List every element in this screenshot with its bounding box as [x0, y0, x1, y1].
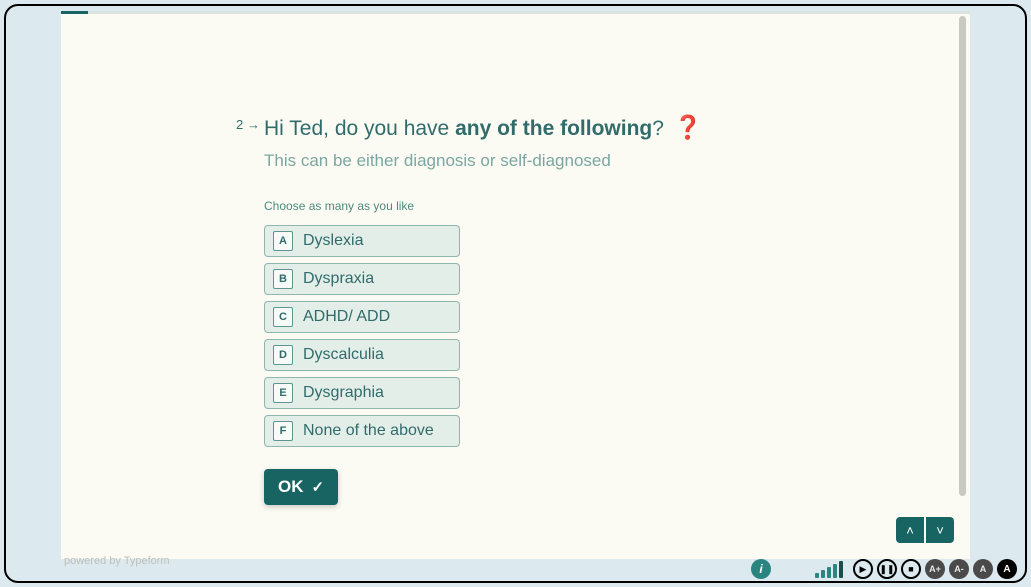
a-contrast-button[interactable]: A	[997, 559, 1017, 579]
option-key: A	[273, 231, 293, 251]
scrollbar-thumb[interactable]	[959, 16, 966, 496]
chevron-down-icon: ˅	[936, 523, 944, 538]
a-settings-button[interactable]: A	[973, 559, 993, 579]
stop-icon: ■	[908, 564, 913, 574]
option-label: None of the above	[303, 422, 434, 440]
pause-button[interactable]: ❚❚	[877, 559, 897, 579]
brand-icon[interactable]: i	[751, 559, 771, 579]
question-number: 2	[236, 117, 243, 132]
powered-by[interactable]: powered by Typeform	[64, 555, 170, 567]
pause-icon: ❚❚	[879, 564, 894, 575]
option-key: B	[273, 269, 293, 289]
form-panel: 2 → Hi Ted, do you have any of the follo…	[61, 11, 970, 559]
question-title: Hi Ted, do you have any of the following…	[264, 111, 910, 143]
option-a[interactable]: A Dyslexia	[264, 225, 460, 257]
check-icon: ✓	[312, 478, 325, 496]
stop-button[interactable]: ■	[901, 559, 921, 579]
option-label: ADHD/ ADD	[303, 308, 390, 326]
a-plus-button[interactable]: A+	[925, 559, 945, 579]
option-d[interactable]: D Dyscalculia	[264, 339, 460, 371]
question-block: 2 → Hi Ted, do you have any of the follo…	[264, 111, 910, 505]
a-icon: A	[1003, 564, 1010, 575]
ok-button[interactable]: OK ✓	[264, 469, 338, 505]
chevron-up-icon: ˄	[906, 523, 914, 538]
signal-icon	[815, 561, 843, 578]
a-plus-icon: A+	[929, 564, 941, 574]
next-question-button[interactable]: ˅	[926, 517, 954, 543]
option-f[interactable]: F None of the above	[264, 415, 460, 447]
progress-fill	[61, 11, 88, 14]
play-button[interactable]: ▶	[853, 559, 873, 579]
progress-bar	[61, 11, 970, 14]
option-label: Dyspraxia	[303, 270, 374, 288]
a-minus-button[interactable]: A-	[949, 559, 969, 579]
option-b[interactable]: B Dyspraxia	[264, 263, 460, 295]
option-e[interactable]: E Dysgraphia	[264, 377, 460, 409]
prev-question-button[interactable]: ˄	[896, 517, 924, 543]
a-minus-icon: A-	[954, 564, 964, 574]
title-suffix: ?	[652, 117, 664, 140]
option-label: Dysgraphia	[303, 384, 384, 402]
option-key: C	[273, 307, 293, 327]
options-list: A Dyslexia B Dyspraxia C ADHD/ ADD D Dys…	[264, 225, 910, 447]
a-icon: A	[980, 564, 987, 574]
option-key: D	[273, 345, 293, 365]
option-label: Dyscalculia	[303, 346, 384, 364]
question-hint: Choose as many as you like	[264, 199, 910, 213]
title-prefix: Hi Ted, do you have	[264, 117, 455, 140]
option-key: F	[273, 421, 293, 441]
question-subtitle: This can be either diagnosis or self-dia…	[264, 151, 910, 171]
option-key: E	[273, 383, 293, 403]
nav-arrows: ˄ ˅	[896, 517, 954, 543]
title-bold: any of the following	[455, 117, 652, 140]
option-label: Dyslexia	[303, 232, 363, 250]
option-c[interactable]: C ADHD/ ADD	[264, 301, 460, 333]
player-controls: i ▶ ❚❚ ■ A+ A- A A	[751, 559, 1017, 579]
arrow-right-icon: →	[247, 117, 260, 132]
question-mark-icon: ❓	[674, 114, 703, 140]
scrollbar[interactable]	[959, 16, 966, 556]
play-icon: ▶	[860, 564, 867, 575]
ok-label: OK	[278, 477, 304, 497]
